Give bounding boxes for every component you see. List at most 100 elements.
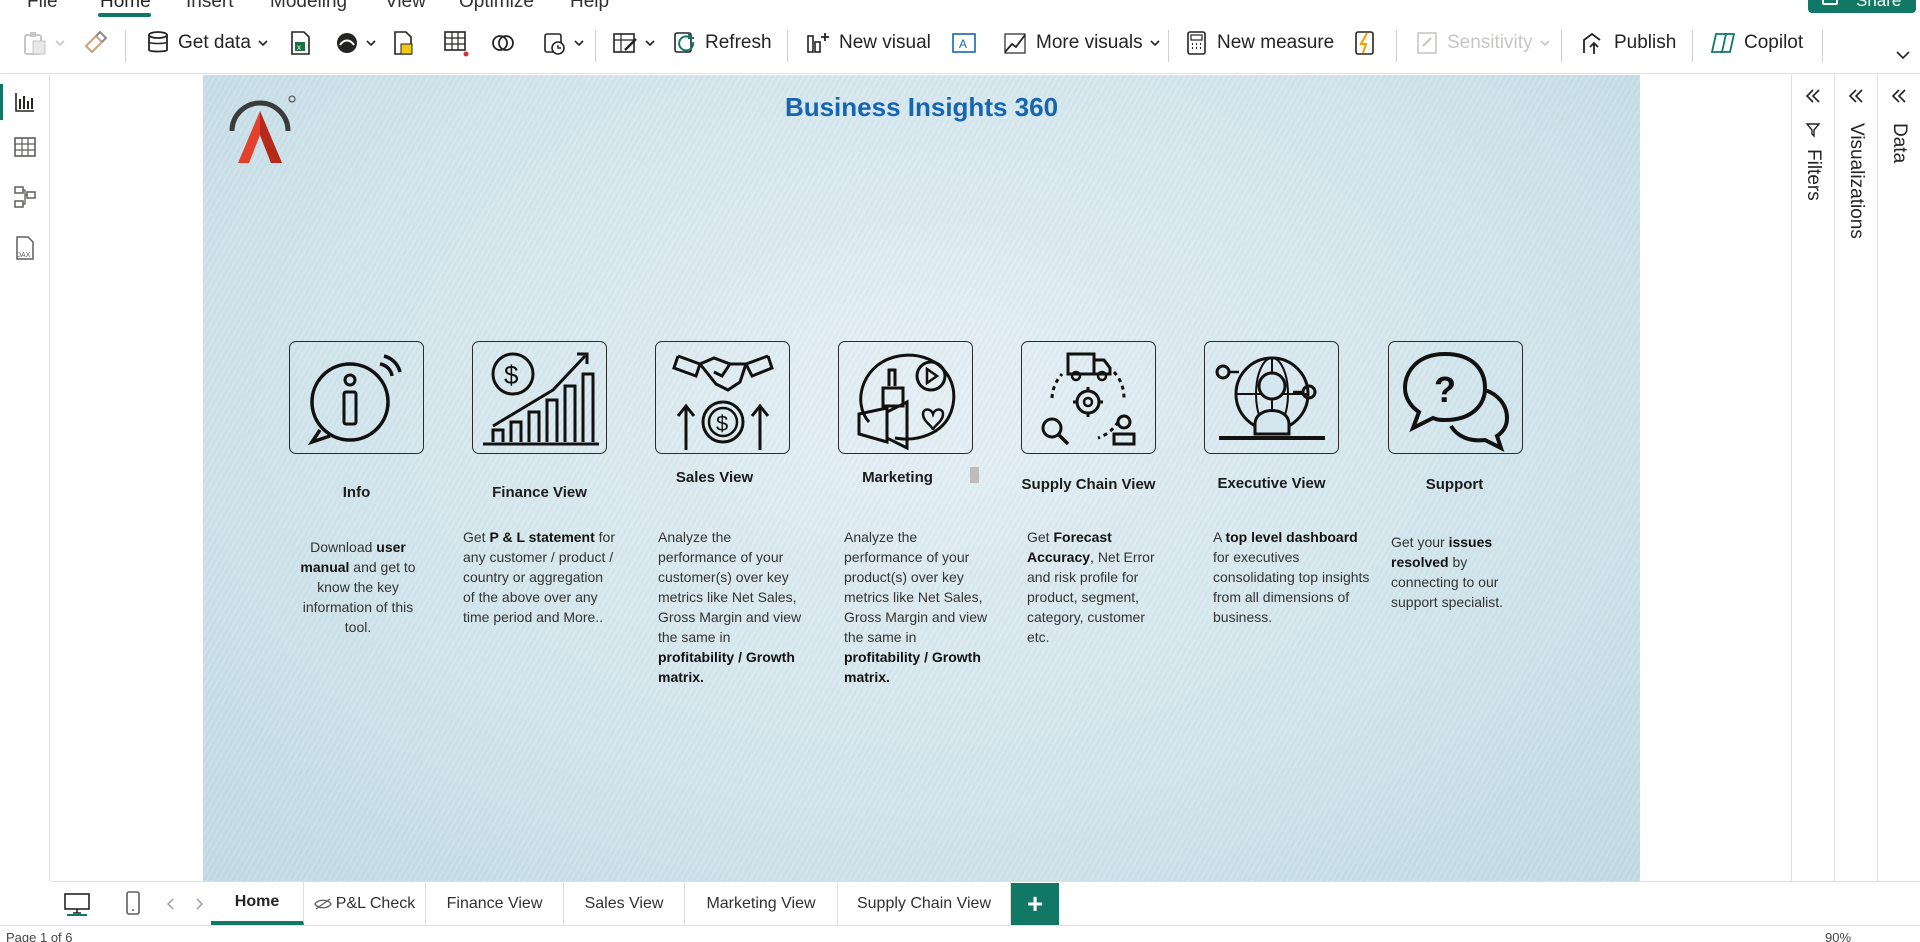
svg-text:x: x	[297, 43, 301, 52]
chevron-down-icon	[1896, 51, 1910, 60]
publish-icon	[1583, 32, 1601, 54]
page-tab-home[interactable]: Home	[211, 882, 304, 925]
more-visuals-button[interactable]: More visuals	[1002, 28, 1160, 58]
copilot-icon	[1710, 33, 1736, 53]
onelake-button[interactable]	[335, 28, 376, 58]
collapse-ribbon-button[interactable]	[1896, 40, 1910, 70]
enter-data-button[interactable]	[442, 28, 470, 58]
filters-pane-title: Filters	[1803, 149, 1824, 201]
support-card-description: Get your issues resolved by connecting t…	[1391, 532, 1521, 612]
transform-data-button[interactable]	[543, 28, 584, 58]
chevron-down-icon	[366, 40, 376, 47]
ribbon-separator	[125, 30, 126, 62]
description-text: Analyze the performance of your product(…	[844, 529, 988, 645]
database-icon	[148, 31, 168, 53]
page-tab-pl-check[interactable]: P&L Check	[304, 882, 426, 925]
table-view-icon[interactable]	[12, 134, 38, 160]
svg-text:$: $	[716, 411, 728, 436]
paste-button[interactable]	[22, 28, 65, 58]
marketing-card[interactable]	[838, 341, 973, 454]
zoom-level[interactable]: 90%	[1825, 930, 1851, 942]
description-text: Get your	[1391, 534, 1449, 550]
ribbon-separator	[787, 30, 788, 62]
chevron-down-icon	[1539, 40, 1550, 47]
link-icon	[492, 35, 514, 51]
page-tab-marketing-view[interactable]: Marketing View	[685, 882, 838, 925]
sensitivity-button[interactable]: Sensitivity	[1415, 28, 1550, 58]
menu-tab-optimize[interactable]: Optimize	[459, 0, 534, 13]
refresh-icon	[674, 32, 695, 53]
menu-tab-modeling[interactable]: Modeling	[270, 0, 347, 13]
mobile-layout-icon[interactable]	[125, 890, 141, 916]
report-view-icon[interactable]	[12, 89, 38, 115]
desktop-layout-icon[interactable]	[63, 892, 91, 916]
menu-tab-home[interactable]: Home	[100, 0, 151, 13]
get-data-button[interactable]: Get data	[146, 28, 268, 58]
marketing-card-description: Analyze the performance of your product(…	[844, 527, 996, 687]
text-box-button[interactable]: A	[951, 28, 977, 58]
menu-tab-insert[interactable]: Insert	[186, 0, 234, 13]
excel-workbook-button[interactable]: x	[287, 28, 313, 58]
supply-chain-view-card-description: Get Forecast Accuracy, Net Error and ris…	[1027, 527, 1167, 647]
copilot-button[interactable]: Copilot	[1710, 28, 1803, 58]
refresh-button[interactable]: Refresh	[673, 28, 772, 58]
menu-tab-file[interactable]: File	[27, 0, 58, 13]
visual-icon	[1004, 33, 1026, 54]
recent-sources-button[interactable]	[490, 28, 516, 58]
ribbon-separator	[1822, 30, 1823, 62]
menu-tab-help[interactable]: Help	[570, 0, 609, 13]
edit-queries-button[interactable]	[612, 28, 655, 58]
support-card-title: Support	[1425, 476, 1484, 493]
add-page-button[interactable]: +	[1011, 883, 1059, 925]
page-tab-supply-chain-view[interactable]: Supply Chain View	[838, 882, 1011, 925]
chevron-down-icon	[574, 40, 584, 47]
expand-chevron-icon[interactable]	[1804, 87, 1822, 105]
table-icon	[444, 31, 469, 57]
menu-active-indicator	[98, 13, 151, 17]
scroll-indicator	[970, 467, 979, 483]
finance-view-card[interactable]: $	[472, 341, 607, 454]
dataverse-button[interactable]	[392, 28, 414, 58]
edit-table-icon	[613, 33, 637, 53]
data-pane[interactable]: Data	[1877, 75, 1920, 881]
sales-icon: $	[672, 354, 774, 450]
emphasis-text: P & L statement	[489, 529, 595, 545]
data-pane-title: Data	[1889, 123, 1910, 164]
info-card[interactable]	[289, 341, 424, 454]
expand-chevron-icon[interactable]	[1890, 87, 1908, 105]
support-card[interactable]: ?	[1388, 341, 1523, 454]
new-visual-button[interactable]: New visual	[805, 28, 931, 58]
expand-chevron-icon[interactable]	[1847, 87, 1865, 105]
emphasis-text: profitability / Growth matrix.	[844, 649, 981, 685]
supply-chain-view-card[interactable]	[1021, 341, 1156, 454]
description-text: Download	[310, 539, 377, 555]
page-tab-sales-view[interactable]: Sales View	[564, 882, 685, 925]
model-view-icon[interactable]	[12, 184, 38, 210]
publish-button[interactable]: Publish	[1580, 28, 1676, 58]
executive-view-card[interactable]	[1204, 341, 1339, 454]
sales-view-card-description: Analyze the performance of your customer…	[658, 527, 810, 687]
share-button[interactable]: Share	[1808, 0, 1916, 13]
chevron-down-icon	[55, 40, 65, 47]
filters-pane[interactable]: Filters	[1791, 75, 1834, 881]
page-tab-finance-view[interactable]: Finance View	[426, 882, 564, 925]
menu-tab-view[interactable]: View	[385, 0, 426, 13]
chevron-right-icon[interactable]	[195, 898, 203, 910]
description-text: Get	[1027, 529, 1054, 545]
executive-view-card-description: A top level dashboard for executives con…	[1213, 527, 1371, 627]
executive-icon	[1215, 356, 1325, 440]
ribbon-separator	[1561, 30, 1562, 62]
format-painter-button[interactable]	[82, 28, 108, 58]
new-measure-button[interactable]: New measure	[1185, 28, 1334, 58]
ribbon-separator	[1396, 30, 1397, 62]
text-box-icon: A	[952, 33, 976, 53]
support-icon: ?	[1402, 351, 1510, 452]
sales-view-card[interactable]: $	[655, 341, 790, 454]
dax-query-view-icon[interactable]: DAX	[12, 235, 38, 261]
chevron-left-icon[interactable]	[167, 898, 175, 910]
marketing-icon	[857, 353, 956, 451]
quick-measure-button[interactable]	[1353, 28, 1377, 58]
quick-measure-icon	[1355, 31, 1374, 55]
visualizations-pane[interactable]: Visualizations	[1834, 75, 1877, 881]
chevron-down-icon	[1150, 40, 1160, 47]
